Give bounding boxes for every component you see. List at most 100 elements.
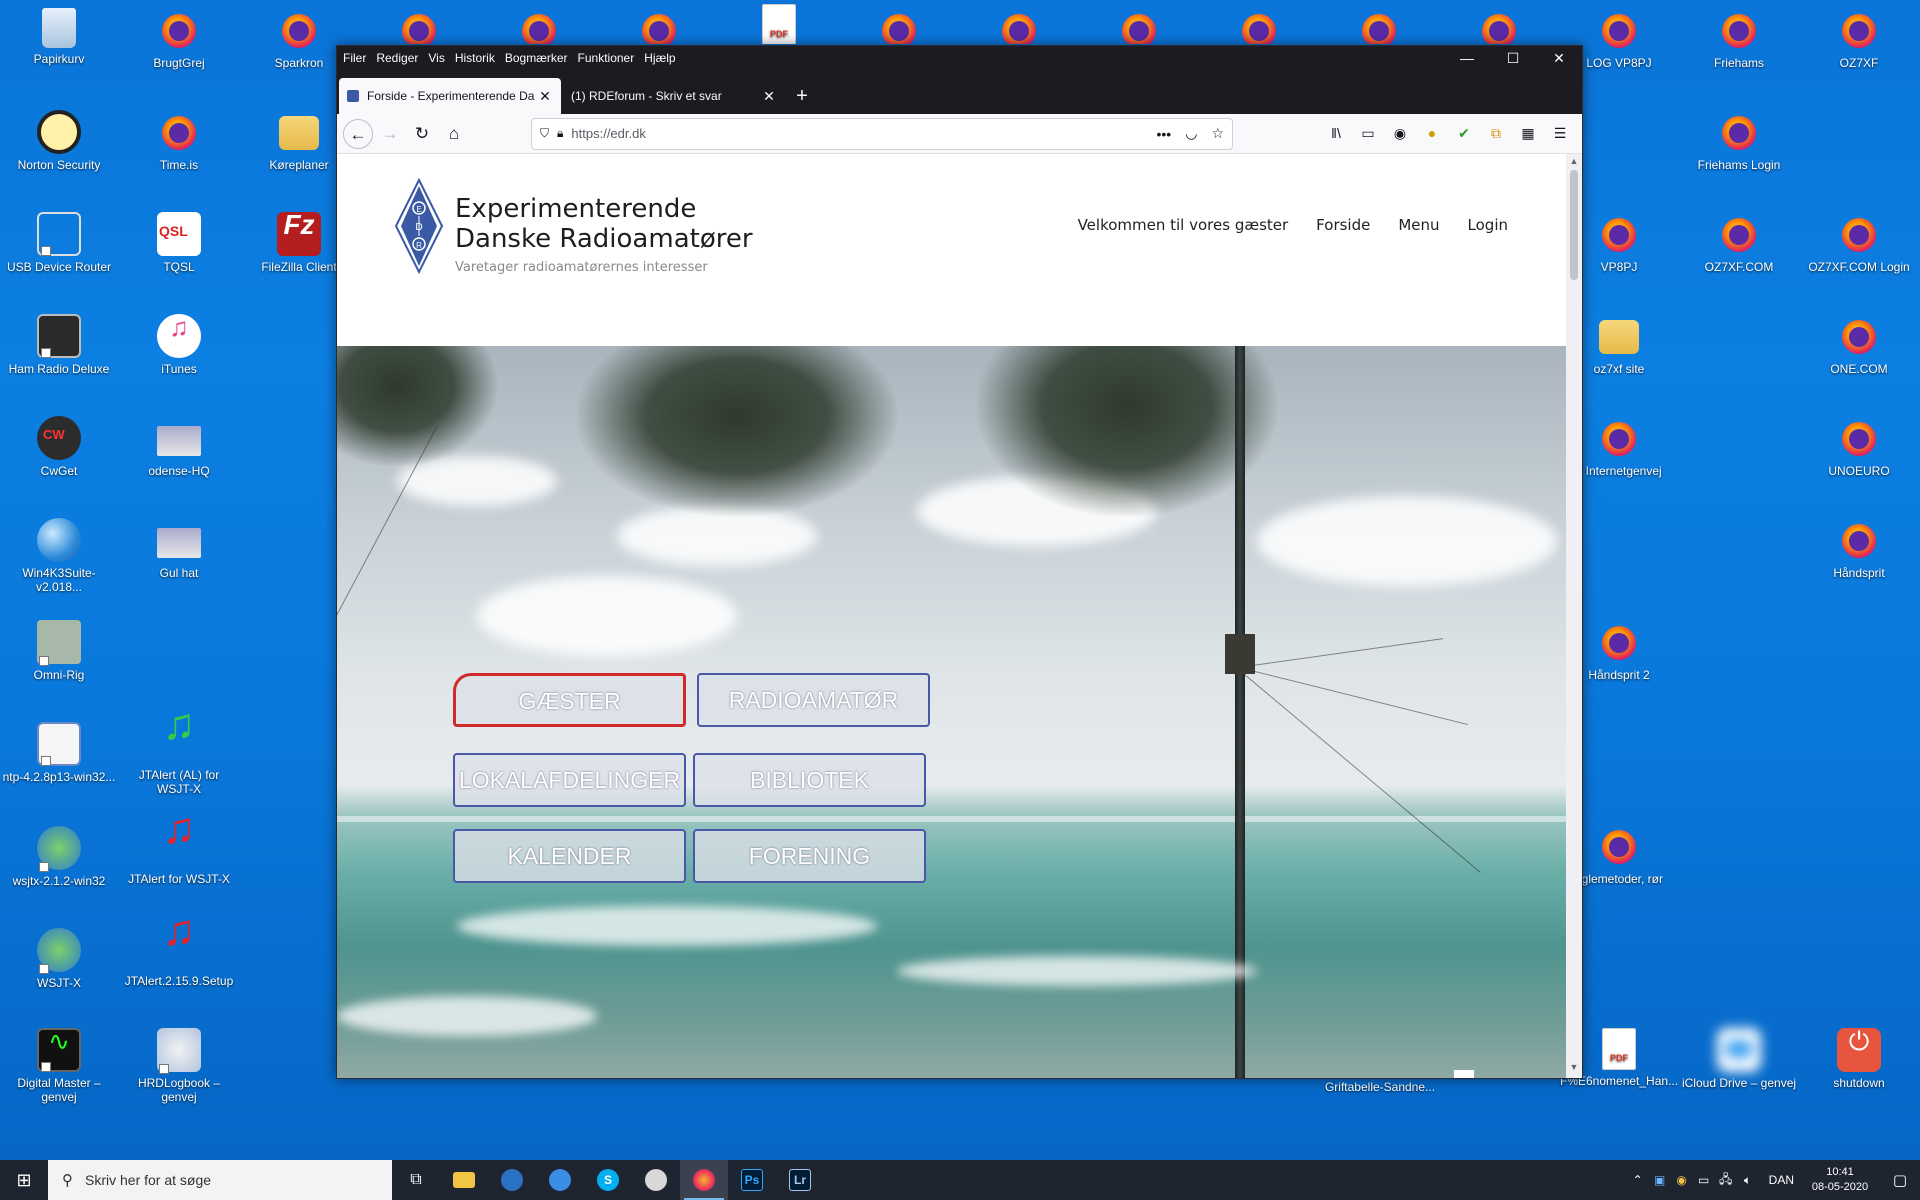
desktop-icon-top-2[interactable] [480, 8, 598, 44]
language-indicator[interactable]: DAN [1769, 1173, 1794, 1187]
menu-funktioner[interactable]: Funktioner [578, 51, 635, 65]
minimize-icon[interactable]: — [1444, 46, 1490, 70]
close-icon[interactable]: ✕ [1536, 46, 1582, 70]
desktop-icon-oz7xf-com[interactable]: OZ7XF.COM [1680, 212, 1798, 274]
scroll-up-icon[interactable]: ▲ [1566, 156, 1582, 170]
desktop-icon-icloud-drive[interactable]: iCloud Drive – genvej [1680, 1028, 1798, 1090]
menu-filer[interactable]: Filer [343, 51, 366, 65]
nav-login[interactable]: Login [1468, 216, 1508, 234]
desktop-icon-oz7xf[interactable]: OZ7XF [1800, 8, 1918, 70]
tray-norton-icon[interactable]: ◉ [1671, 1173, 1693, 1187]
desktop-icon-digital-master[interactable]: Digital Master – genvej [0, 1028, 118, 1104]
menu-rediger[interactable]: Rediger [376, 51, 418, 65]
tab-close-icon[interactable]: ✕ [537, 88, 553, 105]
desktop-icon-ham-radio-deluxe[interactable]: Ham Radio Deluxe [0, 314, 118, 376]
tab-rdeforum[interactable]: (1) RDEforum - Skriv et svar ✕ [563, 78, 785, 114]
nav-menu[interactable]: Menu [1398, 216, 1439, 234]
desktop-icon-itunes[interactable]: iTunes [120, 314, 238, 376]
file-explorer-icon[interactable] [440, 1160, 488, 1200]
nav-forside[interactable]: Forside [1316, 216, 1370, 234]
desktop-icon-top-5[interactable] [960, 8, 1078, 44]
desktop-icon-wsjtx[interactable]: WSJT-X [0, 928, 118, 990]
bookmark-star-icon[interactable]: ☆ [1211, 125, 1224, 142]
tile-gaester[interactable]: GÆSTER [453, 673, 686, 727]
tile-kalender[interactable]: KALENDER [453, 829, 686, 883]
extension-search-icon[interactable]: ● [1416, 125, 1448, 142]
desktop-icon-brugtgrej[interactable]: BrugtGrej [120, 8, 238, 70]
scrollbar-thumb[interactable] [1570, 170, 1578, 280]
page-actions-icon[interactable]: ••• [1157, 126, 1172, 142]
windows-start-icon[interactable]: ⊞ [0, 1160, 48, 1200]
forward-icon[interactable]: → [375, 119, 405, 149]
url-text[interactable]: https://edr.dk [571, 126, 1142, 141]
desktop-icon-griftabelle[interactable]: Griftabelle-Sandne... [1320, 1080, 1440, 1094]
thunderbird-icon[interactable] [536, 1160, 584, 1200]
desktop-icon-top-3[interactable] [600, 8, 718, 44]
desktop-icon-time-is[interactable]: Time.is [120, 110, 238, 172]
desktop-icon-omni-rig[interactable]: Omni-Rig [0, 620, 118, 682]
tray-overflow-icon[interactable]: ⌃ [1627, 1173, 1649, 1187]
tile-forening[interactable]: FORENING [693, 829, 926, 883]
site-title[interactable]: Experimenterende Danske Radioamatører [455, 194, 753, 254]
desktop-icon-top-7[interactable] [1200, 8, 1318, 44]
tray-app-icon[interactable]: ▣ [1649, 1173, 1671, 1187]
extension-check-icon[interactable]: ✔ [1448, 125, 1480, 142]
tile-bibliotek[interactable]: BIBLIOTEK [693, 753, 926, 807]
desktop-icon-wsjtx-installer[interactable]: wsjtx-2.1.2-win32 [0, 826, 118, 888]
page-scrollbar[interactable]: ▲ ▼ [1566, 154, 1582, 1078]
desktop-icon-one-com[interactable]: ONE.COM [1800, 314, 1918, 376]
hamburger-menu-icon[interactable]: ☰ [1544, 125, 1576, 142]
desktop-icon-top-9[interactable] [1440, 8, 1558, 44]
pocket-icon[interactable]: ◡ [1185, 125, 1197, 142]
menu-vis[interactable]: Vis [428, 51, 444, 65]
desktop-icon-hrdlogbook[interactable]: HRDLogbook – genvej [120, 1028, 238, 1104]
menu-hjaelp[interactable]: Hjælp [644, 51, 675, 65]
lock-icon[interactable]: 🔒︎ [557, 126, 563, 141]
clock[interactable]: 10:41 08-05-2020 [1808, 1165, 1872, 1195]
cookie-notice-tab[interactable] [1454, 1070, 1474, 1078]
desktop-icon-top-8[interactable] [1320, 8, 1438, 44]
desktop-icon-cwget[interactable]: CwGet [0, 416, 118, 478]
desktop-icon-jtalert-setup[interactable]: JTAlert.2.15.9.Setup [120, 924, 238, 988]
reload-icon[interactable]: ↻ [407, 119, 437, 149]
desktop-icon-gul-hat[interactable]: Gul hat [120, 518, 238, 580]
desktop-icon-top-pdf[interactable] [720, 4, 838, 44]
menu-historik[interactable]: Historik [455, 51, 495, 65]
desktop-icon-tqsl[interactable]: TQSL [120, 212, 238, 274]
desktop-icon-friehams-login[interactable]: Friehams Login [1680, 110, 1798, 172]
desktop-icon-top-6[interactable] [1080, 8, 1198, 44]
photoshop-icon[interactable]: Ps [728, 1160, 776, 1200]
desktop-icon-oz7xf-com-login[interactable]: OZ7XF.COM Login [1800, 212, 1918, 274]
nav-welcome-guests[interactable]: Velkommen til vores gæster [1078, 216, 1289, 234]
shield-icon[interactable]: ⛉ [540, 126, 549, 141]
lightroom-icon[interactable]: Lr [776, 1160, 824, 1200]
desktop-icon-top-4[interactable] [840, 8, 958, 44]
desktop-icon-top-1[interactable] [360, 8, 478, 44]
back-icon[interactable]: ← [343, 118, 373, 149]
menu-bogmaerker[interactable]: Bogmærker [505, 51, 568, 65]
desktop-icon-usb-device-router[interactable]: USB Device Router [0, 212, 118, 274]
desktop-icon-ntp[interactable]: ntp-4.2.8p13-win32... [0, 722, 118, 784]
firefox-taskbar-icon[interactable] [680, 1160, 728, 1200]
maximize-icon[interactable]: ☐ [1490, 46, 1536, 70]
desktop-icon-papirkurv[interactable]: Papirkurv [0, 8, 118, 66]
network-icon[interactable]: 🖧︎ [1715, 1170, 1737, 1191]
notification-center-icon[interactable]: ▢ [1880, 1171, 1920, 1189]
new-tab-icon[interactable]: + [787, 78, 817, 114]
skype-icon[interactable]: S [584, 1160, 632, 1200]
sidebar-icon[interactable]: ▭ [1352, 125, 1384, 142]
tab-forside[interactable]: Forside - Experimenterende Da ✕ [339, 78, 561, 114]
extensions-icon[interactable]: ▦ [1512, 125, 1544, 142]
tab-close-icon[interactable]: ✕ [761, 88, 777, 105]
url-bar[interactable]: ⛉ 🔒︎ https://edr.dk ••• ◡ ☆ [531, 117, 1233, 150]
photos-icon[interactable] [632, 1160, 680, 1200]
task-view-icon[interactable]: ⧉ [392, 1160, 440, 1200]
edr-logo[interactable]: E R D [394, 178, 444, 274]
desktop-icon-odense-hq[interactable]: odense-HQ [120, 416, 238, 478]
library-icon[interactable]: ‖\ [1320, 125, 1352, 142]
desktop-icon-handsprit[interactable]: Håndsprit [1800, 518, 1918, 580]
tray-drive-icon[interactable]: ▭ [1693, 1173, 1715, 1187]
scroll-down-icon[interactable]: ▼ [1566, 1062, 1582, 1076]
taskbar-search[interactable]: ⚲ Skriv her for at søge [48, 1160, 392, 1200]
desktop-icon-jtalert-al[interactable]: JTAlert (AL) for WSJT-X [120, 718, 238, 796]
